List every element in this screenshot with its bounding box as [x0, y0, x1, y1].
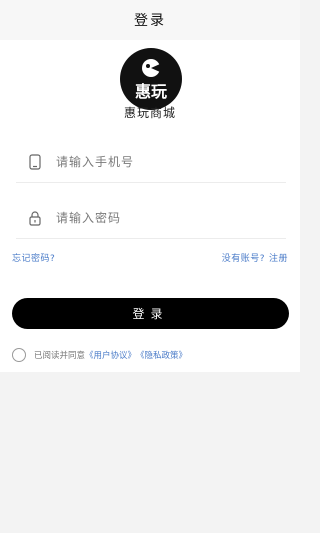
register-link[interactable]: 注册	[269, 254, 288, 264]
login-screen: 登录 惠玩 惠玩商城 忘记密码?	[0, 0, 300, 533]
password-field	[16, 198, 286, 239]
user-agreement-link[interactable]: 《用户协议》	[85, 349, 136, 361]
lock-icon	[29, 211, 41, 226]
agreement-row: 已阅读并同意 《用户协议》 《隐私政策》	[12, 348, 187, 362]
no-account-text: 没有账号?	[221, 254, 265, 264]
password-input[interactable]	[54, 210, 286, 226]
forgot-password-link[interactable]: 忘记密码?	[12, 251, 55, 264]
register-row: 没有账号? 注册	[218, 251, 288, 264]
navbar: 登录	[0, 0, 300, 40]
login-button[interactable]: 登录	[12, 298, 289, 329]
brand-name: 惠玩商城	[123, 106, 176, 120]
agreement-prefix: 已阅读并同意	[34, 351, 86, 361]
logo-mascot-icon: 惠玩	[135, 59, 167, 101]
privacy-policy-link[interactable]: 《隐私政策》	[136, 349, 187, 361]
phone-icon	[29, 154, 41, 170]
agree-checkbox[interactable]	[12, 348, 26, 362]
logo-text: 惠玩	[135, 82, 167, 101]
page-title: 登录	[134, 13, 166, 29]
brand-logo: 惠玩	[120, 48, 182, 110]
phone-field	[16, 142, 286, 183]
login-panel: 惠玩 惠玩商城 忘记密码? 没有账号?注册 登录 已阅读并同	[0, 40, 300, 372]
phone-input[interactable]	[54, 154, 286, 170]
